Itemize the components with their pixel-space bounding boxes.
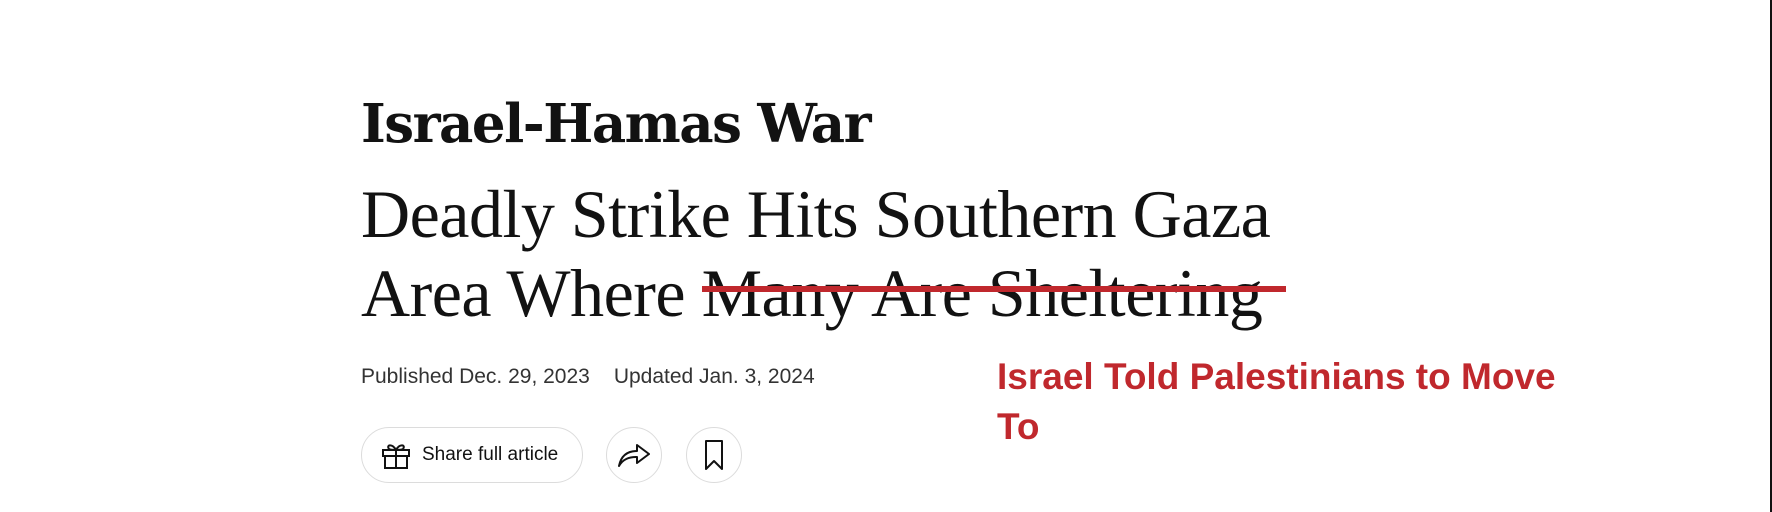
article-headline: Deadly Strike Hits Southern Gaza Area Wh…	[361, 175, 1321, 333]
share-full-article-button[interactable]: Share full article	[361, 427, 583, 483]
updated-date: Updated Jan. 3, 2024	[613, 365, 815, 388]
headline-line-2: Area Where Many Are Sheltering	[361, 254, 1321, 333]
section-kicker[interactable]: Israel-Hamas War	[361, 98, 872, 151]
share-button[interactable]	[606, 427, 662, 483]
article-dates: Published Dec. 29, 2023 Updated Jan. 3, 2…	[361, 365, 815, 389]
gift-icon	[380, 439, 412, 471]
headline-correction: Israel Told Palestinians to Move To	[997, 356, 1556, 447]
share-full-article-label: Share full article	[422, 444, 559, 465]
headline-prefix: Area Where	[361, 255, 702, 331]
strikethrough-mark	[701, 286, 1287, 292]
struck-through-text: Many Are Sheltering	[701, 254, 1287, 333]
struck-text: Many Are Sheltering	[701, 255, 1263, 331]
published-date: Published Dec. 29, 2023	[361, 365, 590, 388]
headline-line-1: Deadly Strike Hits Southern Gaza	[361, 176, 1271, 252]
share-arrow-icon	[617, 442, 651, 468]
save-bookmark-button[interactable]	[686, 427, 742, 483]
bookmark-icon	[703, 439, 725, 471]
